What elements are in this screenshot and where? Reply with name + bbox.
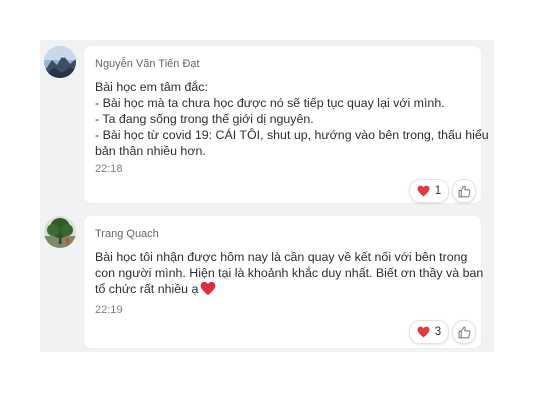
comment-author[interactable]: Nguyễn Văn Tiến Đạt xyxy=(95,58,200,70)
tree-photo-icon xyxy=(44,216,76,248)
heart-icon xyxy=(417,185,430,197)
reaction-summary[interactable]: 1 xyxy=(409,179,449,203)
reaction-count: 3 xyxy=(434,326,442,338)
comment-text: Bài học em tâm đắc: - Bài học mà ta chưa… xyxy=(95,79,489,159)
reaction-summary[interactable]: 3 xyxy=(409,320,449,344)
mountain-photo-icon xyxy=(44,46,76,78)
comment-timestamp[interactable]: 22:18 xyxy=(95,163,123,175)
comment-line: tổ chức rất nhiều ạ xyxy=(95,281,465,297)
comment-line-text: tổ chức rất nhiều ạ xyxy=(95,282,199,296)
heart-emoji-icon xyxy=(201,281,216,296)
heart-icon xyxy=(417,326,430,338)
comments-panel: Nguyễn Văn Tiến Đạt Bài học em tâm đắc: … xyxy=(40,40,494,352)
comment-line: Bài học tôi nhận được hôm nay là cần qua… xyxy=(95,250,468,264)
comment-author[interactable]: Trang Quach xyxy=(95,228,159,240)
comment-line: - Ta đang sống trong thế giới dị nguyên. xyxy=(95,112,314,126)
thumbs-up-icon xyxy=(458,326,470,338)
comment-line: con người mình. Hiện tại là khoảnh khắc … xyxy=(95,266,484,280)
comment-timestamp[interactable]: 22:19 xyxy=(95,304,123,316)
comment-line: - Bài học mà ta chưa học được nó sẽ tiếp… xyxy=(95,96,445,110)
comment-line: - Bài học từ covid 19: CÁI TÔI, shut up,… xyxy=(95,128,489,142)
user-avatar[interactable] xyxy=(44,46,76,78)
like-button[interactable] xyxy=(452,179,476,203)
thumbs-up-icon xyxy=(458,185,470,197)
user-avatar[interactable] xyxy=(44,216,76,248)
comment-text: Bài học tôi nhận được hôm nay là cần qua… xyxy=(95,249,484,297)
comment-line: bản thân nhiều hơn. xyxy=(95,144,206,158)
like-button[interactable] xyxy=(452,320,476,344)
reaction-count: 1 xyxy=(434,185,442,197)
comment-line: Bài học em tâm đắc: xyxy=(95,80,208,94)
